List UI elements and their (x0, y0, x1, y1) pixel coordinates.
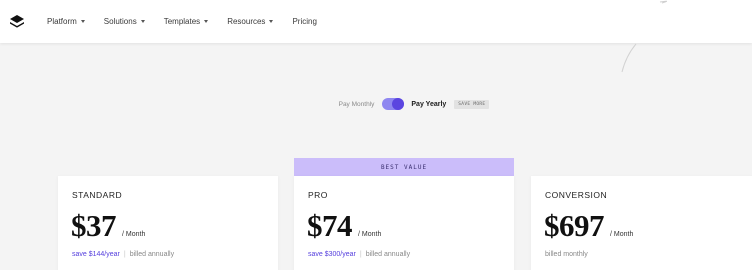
nav-resources-label: Resources (227, 17, 266, 26)
price-row: $697 / Month (544, 208, 633, 244)
plan-card-standard: STANDARD $37 / Month save $144/year | bill… (58, 176, 278, 270)
price-period: / Month (122, 231, 146, 238)
nav-solutions[interactable]: Solutions (104, 17, 145, 26)
chevron-down-icon (80, 20, 85, 23)
plan-name: STANDARD (72, 190, 123, 200)
price-row: $74 / Month (307, 208, 381, 244)
plan-card-conversion: CONVERSION $697 / Month billed monthly (531, 176, 752, 270)
top-navigation-bar: Platform Solutions Templates Resources P… (0, 0, 752, 43)
billing-text: billed annually (365, 251, 411, 258)
nav-resources[interactable]: Resources (227, 17, 274, 26)
chevron-down-icon (140, 20, 145, 23)
price-period: / Month (358, 231, 382, 238)
nav-solutions-label: Solutions (103, 17, 137, 26)
nav-pricing[interactable]: Pricing (292, 17, 316, 26)
nav-pricing-label: Pricing (292, 17, 317, 26)
plan-billing-info: save $144/year | billed annually (72, 251, 174, 258)
layers-icon[interactable] (8, 13, 26, 31)
billing-toggle-row: Pay Monthly Pay Yearly SAVE MORE (0, 98, 752, 110)
plan-price: $74 (307, 208, 353, 243)
separator: | (123, 251, 126, 258)
billing-text: billed monthly (545, 251, 588, 258)
plan-card-pro: PRO $74 / Month save $300/year | billed an… (294, 176, 514, 270)
nav-templates[interactable]: Templates (163, 17, 209, 26)
separator: | (359, 251, 362, 258)
pay-yearly-label[interactable]: Pay Yearly (411, 101, 446, 108)
toggle-knob (392, 98, 405, 110)
nav-platform[interactable]: Platform (47, 17, 85, 26)
best-value-badge: BEST VALUE (294, 158, 514, 176)
savings-text: save $300/year (308, 251, 356, 258)
nav-templates-label: Templates (163, 17, 201, 26)
savings-text: save $144/year (72, 251, 120, 258)
save-more-badge: SAVE MORE (454, 99, 490, 109)
plan-billing-info: billed monthly (545, 251, 588, 258)
plan-name: CONVERSION (545, 190, 608, 200)
billing-text: billed annually (129, 251, 175, 258)
chevron-down-icon (269, 20, 274, 23)
pay-monthly-label[interactable]: Pay Monthly (339, 101, 375, 108)
plan-price: $697 (544, 208, 605, 243)
price-row: $37 / Month (71, 208, 145, 244)
plan-name: PRO (308, 190, 328, 200)
chevron-down-icon (204, 20, 209, 23)
main-nav: Platform Solutions Templates Resources P… (47, 0, 336, 43)
price-period: / Month (610, 231, 634, 238)
billing-period-toggle[interactable] (382, 98, 405, 110)
plan-billing-info: save $300/year | billed annually (308, 251, 410, 258)
nav-platform-label: Platform (47, 17, 77, 26)
plan-price: $37 (71, 208, 117, 243)
